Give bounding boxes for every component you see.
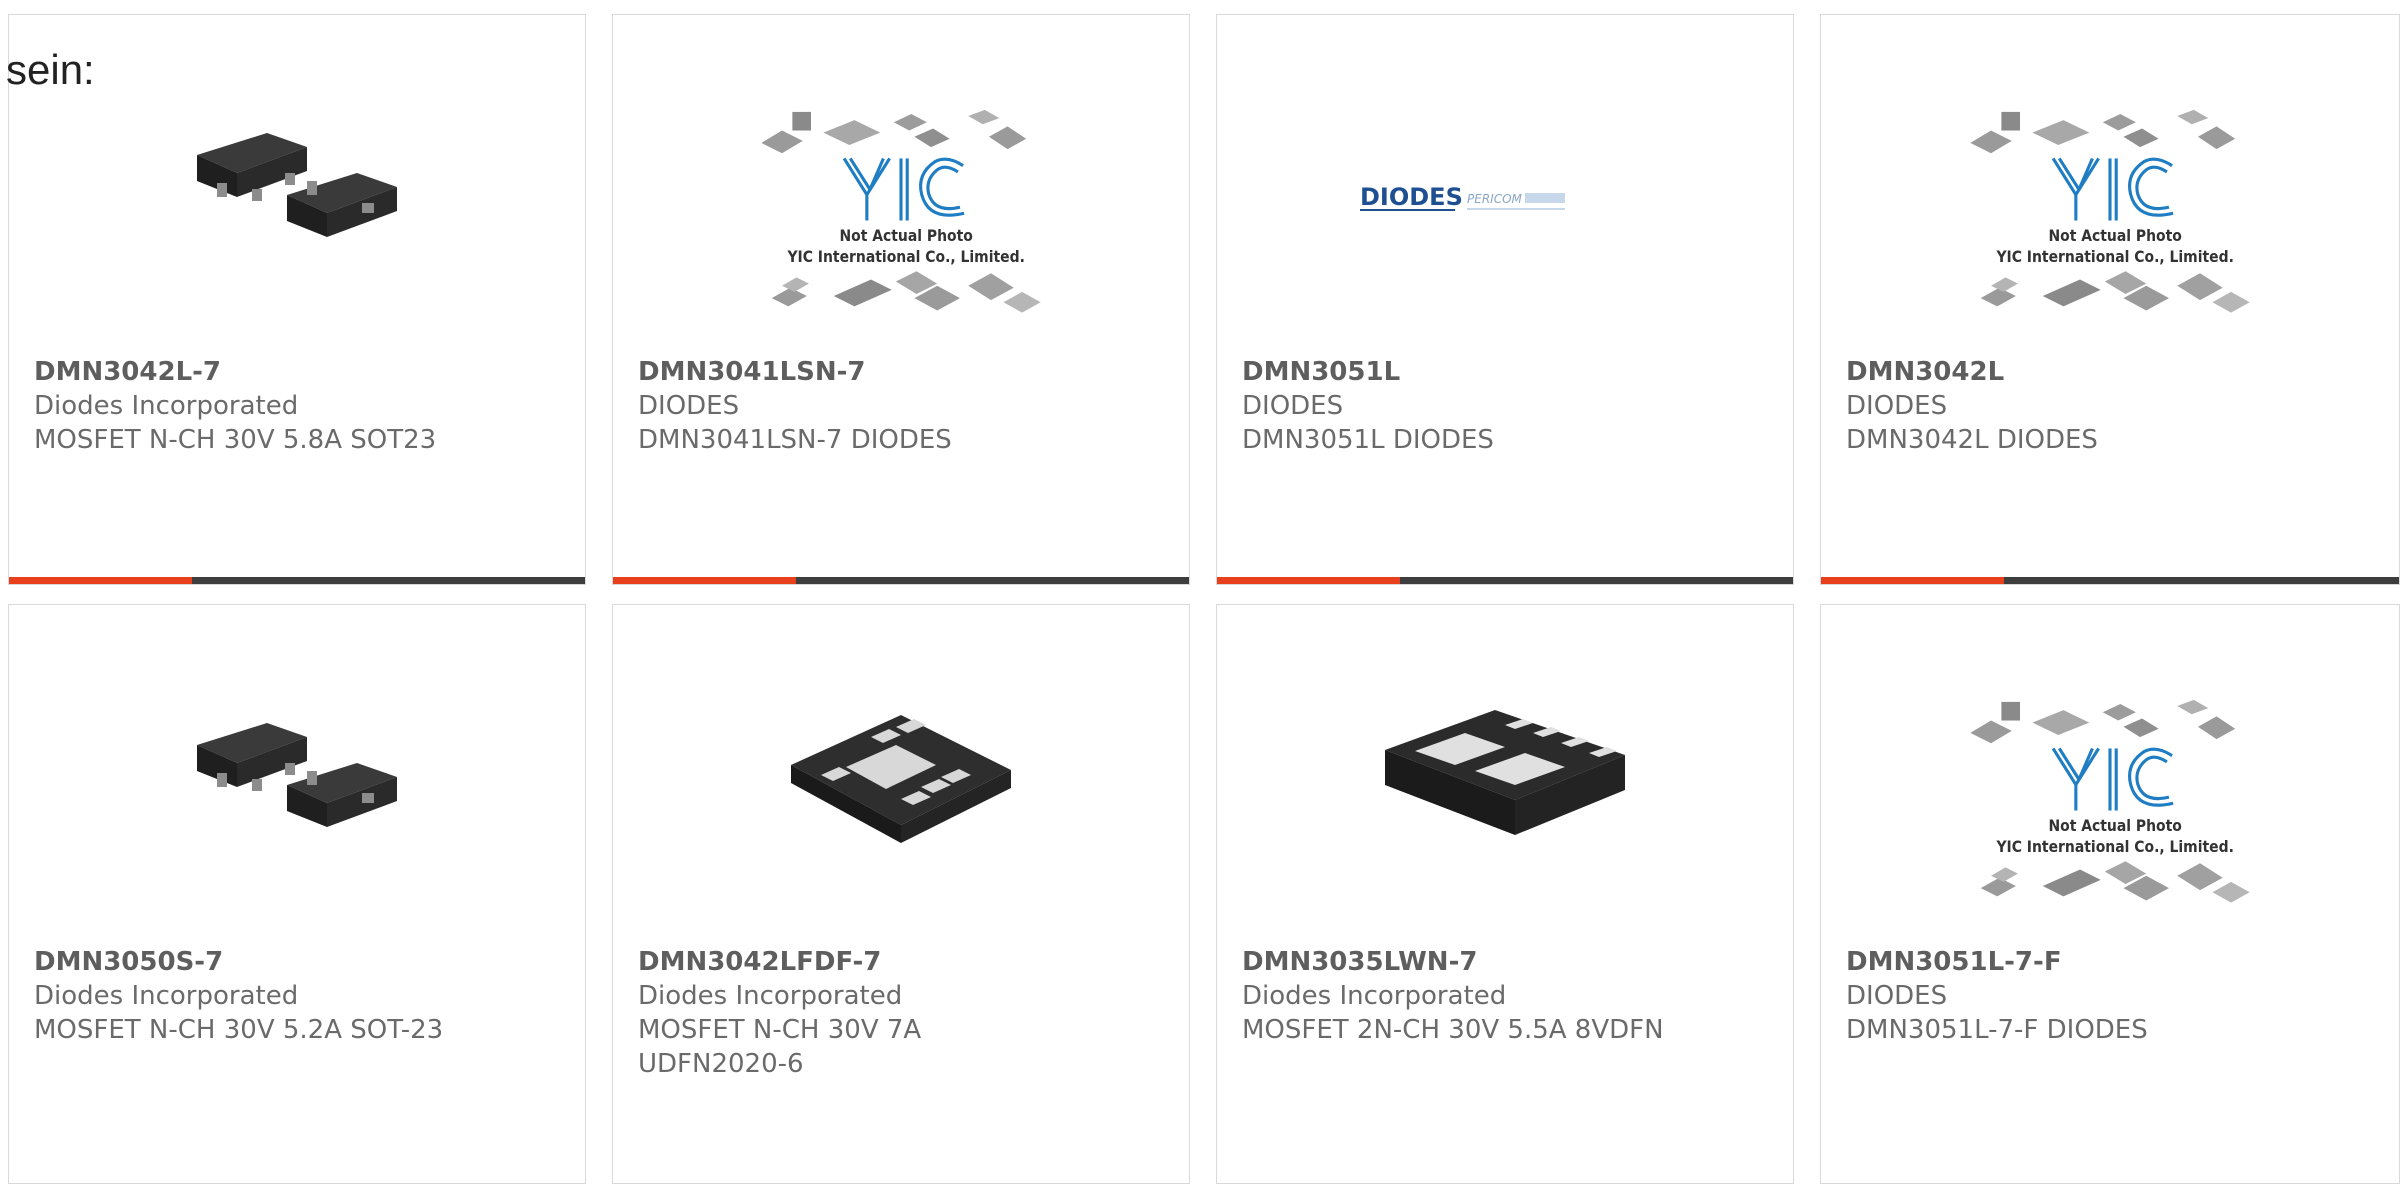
product-image: [147, 85, 447, 285]
description: MOSFET 2N-CH 30V 5.5A 8VDFN: [1242, 1015, 1664, 1045]
placeholder-line-1: Not Actual Photo: [2048, 817, 2181, 835]
placeholder-line-1: Not Actual Photo: [839, 227, 972, 245]
description: MOSFET N-CH 30V 5.8A SOT23: [34, 425, 437, 455]
part-number-link[interactable]: DMN3050S-7: [34, 945, 560, 979]
part-number-link[interactable]: DMN3051L-7-F: [1846, 945, 2374, 979]
product-image: [1355, 675, 1655, 875]
product-card[interactable]: Not Actual Photo YIC International Co., …: [1820, 604, 2400, 1184]
diodes-pericom-logo: DIODES PERICOM: [1355, 95, 1655, 295]
manufacturer: DIODES: [1846, 981, 1948, 1011]
not-actual-photo-image: Not Actual Photo YIC International Co., …: [751, 105, 1051, 315]
description: DMN3051L-7-F DIODES: [1846, 1015, 2148, 1045]
product-card[interactable]: DIODES PERICOM DMN3051L DIODES DMN3051L …: [1216, 14, 1794, 585]
part-number-link[interactable]: DMN3051L: [1242, 355, 1768, 389]
manufacturer: DIODES: [638, 391, 740, 421]
manufacturer: Diodes Incorporated: [1242, 981, 1507, 1011]
not-actual-photo-image: Not Actual Photo YIC International Co., …: [1960, 105, 2260, 315]
product-card[interactable]: DMN3035LWN-7 Diodes Incorporated MOSFET …: [1216, 604, 1794, 1184]
description: MOSFET N-CH 30V 7A UDFN2020-6: [638, 1015, 922, 1079]
product-card[interactable]: DMN3042L-7 Diodes Incorporated MOSFET N-…: [8, 14, 586, 585]
placeholder-line-2: YIC International Co., Limited.: [1995, 838, 2233, 856]
card-footer-bar: [1821, 577, 2399, 584]
part-number-link[interactable]: DMN3042L-7: [34, 355, 560, 389]
part-number-link[interactable]: DMN3041LSN-7: [638, 355, 1164, 389]
product-card[interactable]: DMN3050S-7 Diodes Incorporated MOSFET N-…: [8, 604, 586, 1184]
placeholder-line-2: YIC International Co., Limited.: [786, 248, 1024, 266]
not-actual-photo-image: Not Actual Photo YIC International Co., …: [1960, 695, 2260, 905]
card-footer-bar: [613, 577, 1189, 584]
manufacturer: Diodes Incorporated: [638, 981, 903, 1011]
intro-text: sein:: [6, 46, 95, 93]
product-card[interactable]: Not Actual Photo YIC International Co., …: [1820, 14, 2400, 585]
part-number-link[interactable]: DMN3035LWN-7: [1242, 945, 1768, 979]
product-card[interactable]: DMN3042LFDF-7 Diodes Incorporated MOSFET…: [612, 604, 1190, 1184]
manufacturer: DIODES: [1846, 391, 1948, 421]
description: DMN3051L DIODES: [1242, 425, 1494, 455]
description: DMN3042L DIODES: [1846, 425, 2098, 455]
manufacturer: Diodes Incorporated: [34, 981, 299, 1011]
pericom-logo-text: PERICOM: [1467, 192, 1523, 206]
description: DMN3041LSN-7 DIODES: [638, 425, 952, 455]
product-card[interactable]: Not Actual Photo YIC International Co., …: [612, 14, 1190, 585]
product-image: [147, 675, 447, 875]
card-footer-bar: [1217, 577, 1793, 584]
placeholder-line-2: YIC International Co., Limited.: [1995, 248, 2233, 266]
diodes-logo-text: DIODES: [1360, 183, 1463, 211]
part-number-link[interactable]: DMN3042LFDF-7: [638, 945, 1164, 979]
manufacturer: Diodes Incorporated: [34, 391, 299, 421]
description: MOSFET N-CH 30V 5.2A SOT-23: [34, 1015, 444, 1045]
product-image: [751, 675, 1051, 875]
manufacturer: DIODES: [1242, 391, 1344, 421]
placeholder-line-1: Not Actual Photo: [2048, 227, 2181, 245]
part-number-link[interactable]: DMN3042L: [1846, 355, 2374, 389]
card-footer-bar: [9, 577, 585, 584]
